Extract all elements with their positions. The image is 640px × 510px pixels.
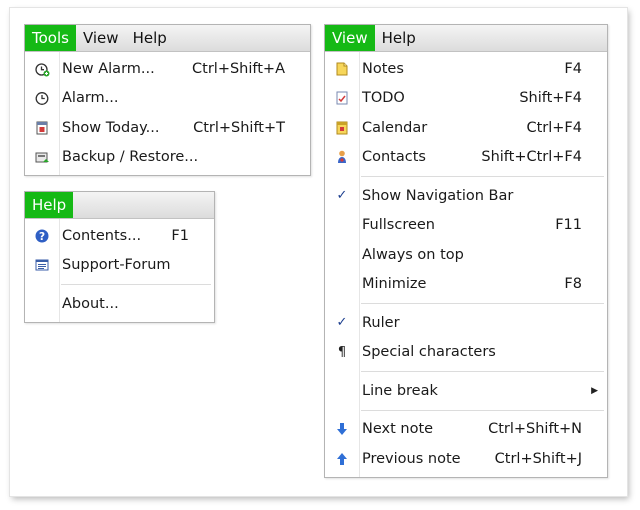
menu-item-shortcut: Shift+F4 [519,90,582,107]
menu-item-next-note[interactable]: Next note Ctrl+Shift+N [325,415,607,445]
menubar-view[interactable]: View [325,25,375,51]
menu-item-ruler[interactable]: ✓ Ruler [325,308,607,338]
menu-item-new-alarm[interactable]: New Alarm... Ctrl+Shift+A [25,54,310,84]
menu-item-label: Previous note [362,450,461,467]
menubar-help[interactable]: Help [375,25,423,51]
menu-separator [325,172,607,181]
menu-item-support-forum[interactable]: Support-Forum [25,251,214,281]
tools-menu: Tools View Help New Alarm... Ctrl+Shift+… [24,24,311,176]
menu-item-label: Contents... [62,227,142,244]
menu-item-shortcut: Ctrl+Shift+A [192,60,285,77]
menu-item-label: Next note [362,421,434,438]
menubar-view[interactable]: View [76,25,126,51]
menu-item-label: Show Today... [62,119,160,136]
pilcrow-icon: ¶ [337,344,347,360]
menu-item-shortcut: Ctrl+F4 [526,119,582,136]
svg-text:?: ? [39,231,45,243]
contacts-icon [325,149,359,165]
menu-item-about[interactable]: About... [25,289,214,319]
menu-item-shortcut: F11 [555,217,582,234]
screenshot-frame: Tools View Help New Alarm... Ctrl+Shift+… [10,8,627,496]
menubar-help[interactable]: Help [126,25,174,51]
calendar-icon [325,120,359,136]
menu-item-fullscreen[interactable]: Fullscreen F11 [325,211,607,241]
alarm-clock-icon [25,90,59,106]
menubar: Tools View Help [25,25,310,52]
alarm-add-icon [25,61,59,77]
menu-item-label: Calendar [362,119,428,136]
checkmark-icon: ✓ [336,188,348,204]
forum-icon [25,257,59,273]
todo-icon [325,90,359,106]
menu-item-special-characters[interactable]: ¶ Special characters [325,338,607,368]
menu-separator [325,406,607,415]
menu-separator [325,299,607,308]
menu-item-label: Show Navigation Bar [362,187,514,204]
menu-item-minimize[interactable]: Minimize F8 [325,270,607,300]
menu-item-notes[interactable]: Notes F4 [325,54,607,84]
help-icon: ? [25,228,59,244]
backup-restore-icon [25,149,59,165]
menu-item-shortcut: Ctrl+Shift+T [193,119,285,136]
menu-item-shortcut: F8 [564,276,582,293]
menu-item-always-on-top[interactable]: Always on top [325,240,607,270]
menu-item-label: Fullscreen [362,217,435,234]
menu-item-label: Ruler [362,314,400,331]
menu-item-contents[interactable]: ? Contents... F1 [25,221,214,251]
calendar-day-icon [25,120,59,136]
menu-item-label: About... [62,295,119,312]
menu-item-show-today[interactable]: Show Today... Ctrl+Shift+T [25,113,310,143]
menu-item-label: Minimize [362,276,427,293]
menu-item-label: Support-Forum [62,257,171,274]
menu-item-label: Always on top [362,246,464,263]
menu-item-alarm[interactable]: Alarm... [25,84,310,114]
notes-icon [325,61,359,77]
arrow-down-icon [325,422,359,436]
menu-separator [325,367,607,376]
arrow-up-icon [325,452,359,466]
checkmark-icon: ✓ [336,315,348,331]
view-menu: View Help Notes F4 TODO Shift+F4 Calenda… [324,24,608,478]
menu-item-calendar[interactable]: Calendar Ctrl+F4 [325,113,607,143]
menu-item-shortcut: F4 [564,60,582,77]
menu-item-shortcut: Ctrl+Shift+N [488,421,582,438]
menu-item-shortcut: Shift+Ctrl+F4 [481,149,582,166]
menu-item-backup-restore[interactable]: Backup / Restore... [25,143,310,173]
menu-item-show-navigation-bar[interactable]: ✓ Show Navigation Bar [325,181,607,211]
menu-item-label: New Alarm... [62,60,155,77]
menu-item-label: TODO [362,90,405,107]
menu-item-shortcut: Ctrl+Shift+J [494,450,582,467]
help-menu: Help ? Contents... F1 Support-Forum Abou… [24,191,215,323]
submenu-arrow-icon: ▶ [591,385,598,396]
menubar: Help [25,192,214,219]
menu-item-previous-note[interactable]: Previous note Ctrl+Shift+J [325,444,607,474]
menubar-help[interactable]: Help [25,192,74,218]
menu-item-label: Backup / Restore... [62,149,199,166]
menu-item-label: Notes [362,60,404,77]
menu-item-label: Line break [362,382,438,399]
menu-item-line-break[interactable]: Line break ▶ [325,376,607,406]
menu-item-label: Contacts [362,149,426,166]
menubar-tools[interactable]: Tools [25,25,76,51]
menu-item-contacts[interactable]: Contacts Shift+Ctrl+F4 [325,143,607,173]
menubar: View Help [325,25,607,52]
menu-item-label: Alarm... [62,90,119,107]
menu-item-label: Special characters [362,344,496,361]
menu-item-shortcut: F1 [171,227,189,244]
menu-separator [25,280,214,289]
menu-item-todo[interactable]: TODO Shift+F4 [325,84,607,114]
